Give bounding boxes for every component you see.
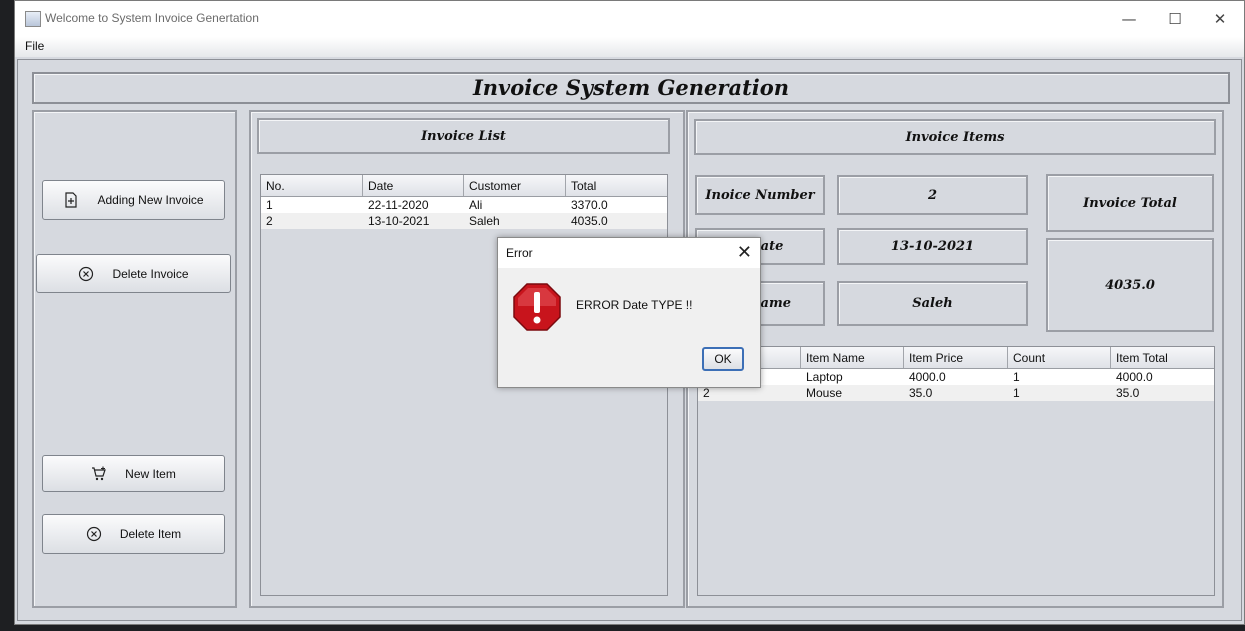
new-item-label: New Item: [125, 466, 176, 481]
window-title: Welcome to System Invoice Genertation: [45, 11, 259, 25]
add-file-icon: [65, 192, 78, 208]
table-cell: 35.0: [909, 386, 933, 400]
invoice-table-header: No. Date Customer Total: [261, 175, 667, 197]
minimize-button[interactable]: —: [1107, 5, 1151, 33]
cart-add-icon: [92, 466, 106, 480]
column-header[interactable]: Count: [1008, 347, 1111, 368]
table-cell: 3370.0: [571, 198, 608, 212]
ok-button[interactable]: OK: [702, 347, 744, 371]
error-stop-icon: [513, 283, 561, 331]
java-app-icon: [25, 11, 41, 27]
table-cell: Laptop: [806, 370, 843, 384]
delete-item-button[interactable]: Delete Item: [42, 514, 225, 554]
delete-item-label: Delete Item: [119, 527, 182, 541]
table-cell: Ali: [469, 198, 483, 212]
add-invoice-label: Adding New Invoice: [97, 193, 204, 207]
column-header[interactable]: Item Total: [1111, 347, 1214, 368]
table-cell: 1: [266, 198, 273, 212]
column-header[interactable]: Customer: [464, 175, 566, 196]
invoice-items-panel: Invoice Items Inoice Number 2 e Date 13-…: [686, 110, 1224, 608]
dialog-title-bar: Error ✕: [498, 238, 760, 268]
table-cell: 1: [1013, 370, 1020, 384]
table-cell: 4035.0: [571, 214, 608, 228]
dialog-title: Error: [506, 246, 533, 260]
delete-invoice-label: Delete Invoice: [112, 266, 189, 281]
maximize-button[interactable]: ☐: [1153, 5, 1197, 33]
column-header[interactable]: Total: [566, 175, 667, 196]
table-row[interactable]: 1 22-11-2020 Ali 3370.0: [261, 197, 667, 213]
column-header[interactable]: Date: [363, 175, 464, 196]
dialog-close-button[interactable]: ✕: [737, 242, 752, 263]
page-title-box: Invoice System Generation: [32, 72, 1230, 104]
items-table[interactable]: Item Name Item Price Count Item Total La…: [697, 346, 1215, 596]
error-dialog: Error ✕ ERROR Date TYPE !! OK: [497, 237, 761, 388]
delete-circle-icon: [79, 266, 94, 281]
table-cell: 4000.0: [909, 370, 946, 384]
table-cell: 35.0: [1116, 386, 1140, 400]
invoice-number-label: Inoice Number: [695, 175, 825, 215]
table-cell: 4000.0: [1116, 370, 1153, 384]
add-invoice-button[interactable]: Adding New Invoice: [42, 180, 225, 220]
column-header[interactable]: No.: [261, 175, 363, 196]
new-item-button[interactable]: New Item: [42, 455, 225, 492]
delete-invoice-button[interactable]: Delete Invoice: [36, 254, 231, 293]
table-cell: 1: [1013, 386, 1020, 400]
error-message: ERROR Date TYPE !!: [576, 298, 693, 312]
invoice-date-value: 13-10-2021: [837, 228, 1028, 265]
customer-name-value: Saleh: [837, 281, 1028, 326]
invoice-total-value: 4035.0: [1046, 238, 1214, 332]
page-title: Invoice System Generation: [472, 75, 790, 100]
title-bar: Welcome to System Invoice Genertation — …: [15, 1, 1244, 37]
invoice-number-value: 2: [837, 175, 1028, 215]
items-table-header: Item Name Item Price Count Item Total: [698, 347, 1214, 369]
actions-panel: Adding New Invoice Delete Invoice New It…: [32, 110, 237, 608]
column-header[interactable]: Item Price: [904, 347, 1008, 368]
table-cell: 2: [266, 214, 273, 228]
table-row[interactable]: 2 13-10-2021 Saleh 4035.0: [261, 213, 667, 229]
table-row[interactable]: Laptop 4000.0 1 4000.0: [698, 369, 1214, 385]
menu-bar: File: [15, 37, 1244, 57]
close-button[interactable]: ✕: [1198, 5, 1242, 33]
menu-file[interactable]: File: [25, 39, 44, 53]
invoice-total-label: Invoice Total: [1046, 174, 1214, 232]
invoice-list-title: Invoice List: [257, 118, 670, 154]
table-row[interactable]: 2 Mouse 35.0 1 35.0: [698, 385, 1214, 401]
table-cell: 13-10-2021: [368, 214, 430, 228]
table-cell: 22-11-2020: [368, 198, 429, 212]
table-cell: Saleh: [469, 214, 500, 228]
delete-circle-icon: [86, 526, 101, 542]
invoice-items-title: Invoice Items: [694, 119, 1216, 155]
table-cell: Mouse: [806, 386, 843, 400]
column-header[interactable]: Item Name: [801, 347, 904, 368]
